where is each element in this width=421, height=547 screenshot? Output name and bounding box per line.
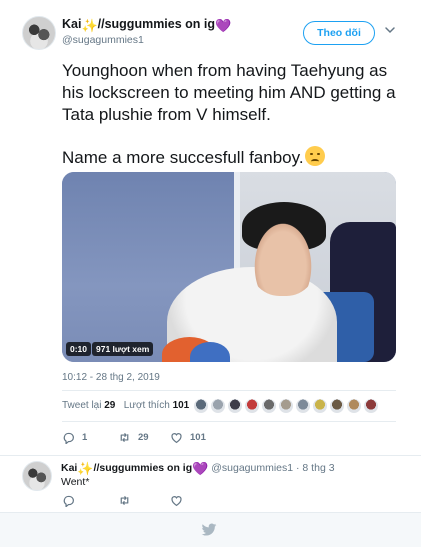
main-tweet: Kai✨//suggummies on ig💜 @sugagummies1 Th… (0, 0, 421, 455)
video-duration-badge: 0:10 (66, 342, 92, 356)
divider (62, 421, 396, 422)
liker-avatar[interactable] (227, 398, 243, 414)
liker-avatar[interactable] (278, 398, 294, 414)
purple-heart-icon: 💜 (192, 461, 209, 476)
author-name[interactable]: Kai (62, 17, 81, 31)
like-action[interactable]: 101 (170, 428, 206, 446)
heart-icon (171, 432, 182, 443)
author-display-name[interactable]: Kai✨//suggummies on ig💜 (62, 17, 231, 34)
tweet-text: Younghoon when from having Taehyung as h… (62, 61, 396, 124)
liker-avatar[interactable] (363, 398, 379, 414)
like-count: 101 (190, 431, 206, 443)
retweet-icon (120, 495, 129, 505)
author-name-suffix[interactable]: //suggummies on ig (98, 17, 215, 31)
liker-avatar[interactable] (295, 398, 311, 414)
reply-count: 1 (82, 431, 88, 443)
heart-icon (171, 495, 182, 506)
reply-reply-action[interactable] (62, 491, 82, 509)
reply-author-name-suffix[interactable]: //suggummies on ig (94, 462, 193, 474)
chevron-down-icon[interactable] (384, 24, 396, 36)
twitter-bird-icon[interactable] (201, 523, 217, 537)
video-views-badge: 971 lượt xem (92, 342, 154, 356)
likes-label: Lượt thích (123, 400, 170, 411)
tweet-text-second: Name a more succesfull fanboy. (62, 146, 325, 169)
video-player[interactable]: 0:10 971 lượt xem (62, 172, 396, 362)
reply-meta[interactable]: @sugagummies1 · 8 thg 3 (211, 462, 334, 474)
reply-retweet-action[interactable] (118, 491, 138, 509)
divider (62, 390, 396, 391)
tweet-stats: Tweet lại 29 Lượt thích 101 (62, 400, 189, 411)
reply-avatar[interactable] (22, 461, 52, 491)
liker-avatar[interactable] (346, 398, 362, 414)
tweet-text-second-line: Name a more succesfull fanboy. (62, 148, 304, 167)
reply-icon (63, 432, 74, 444)
reply-author-name[interactable]: Kai (61, 462, 77, 474)
likes-stat[interactable]: Lượt thích 101 (124, 400, 190, 411)
liker-avatar[interactable] (210, 398, 226, 414)
sparkle-icon: ✨ (77, 461, 94, 476)
author-handle[interactable]: @sugagummies1 (62, 34, 144, 46)
disappointed-face-icon (304, 146, 325, 166)
tweet-timestamp[interactable]: 10:12 - 28 thg 2, 2019 (62, 372, 160, 383)
divider (0, 455, 421, 456)
retweet-count: 29 (138, 431, 149, 443)
reply-header: Kai✨//suggummies on ig💜 @sugagummies1 · … (61, 461, 335, 477)
liker-avatar[interactable] (193, 398, 209, 414)
liker-avatar[interactable] (261, 398, 277, 414)
reply-text: Went* (61, 476, 90, 488)
retweets-label: Tweet lại (62, 400, 102, 411)
avatar[interactable] (22, 16, 56, 50)
retweets-stat[interactable]: Tweet lại 29 (62, 400, 115, 411)
liker-avatar[interactable] (312, 398, 328, 414)
retweet-icon (120, 432, 129, 442)
likes-count: 101 (172, 400, 190, 411)
reply-action[interactable]: 1 (62, 428, 87, 446)
retweet-action[interactable]: 29 (118, 428, 149, 446)
liker-avatar[interactable] (244, 398, 260, 414)
retweets-count: 29 (104, 400, 116, 411)
reply-like-action[interactable] (170, 491, 190, 509)
purple-heart-icon: 💜 (215, 18, 232, 33)
reply-icon (63, 495, 74, 507)
liker-avatar[interactable] (329, 398, 345, 414)
sparkle-icon: ✨ (81, 18, 98, 33)
follow-button[interactable]: Theo dõi (303, 21, 375, 45)
